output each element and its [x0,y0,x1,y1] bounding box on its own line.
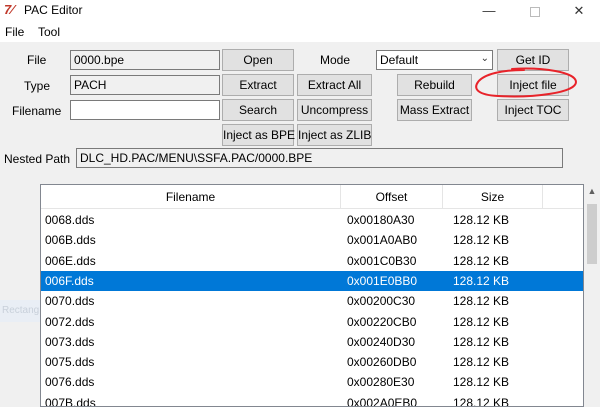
offset-cell: 0x00220CB0 [347,315,417,329]
uncompress-button[interactable]: Uncompress [297,99,372,121]
offset-cell: 0x001A0AB0 [347,233,418,247]
open-button[interactable]: Open [222,49,294,71]
filename-cell: 007B.dds [45,396,96,407]
size-cell: 128.12 KB [453,315,510,329]
table-row[interactable]: 006F.dds 0x001E0BB0 128.12 KB [41,271,583,291]
size-cell: 128.12 KB [453,335,510,349]
size-cell: 128.12 KB [453,375,510,389]
size-cell: 128.12 KB [453,213,510,227]
tk-feather-icon: 7⁄ [4,2,14,17]
get-id-button[interactable]: Get ID [497,49,569,71]
nested-path-field[interactable]: DLC_HD.PAC/MENU\SSFA.PAC/0000.BPE [76,148,563,168]
chevron-down-icon: ⌄ [480,53,489,64]
size-cell: 128.12 KB [453,294,510,308]
table-row[interactable]: 0076.dds 0x00280E30 128.12 KB [41,372,583,392]
file-field[interactable]: 0000.bpe [70,50,220,70]
file-label: File [27,53,47,67]
nested-path-label: Nested Path [4,152,71,166]
filename-cell: 006F.dds [45,274,94,288]
minimize-button[interactable]: — [466,0,512,22]
inject-as-zlib-button[interactable]: Inject as ZLIB [297,124,372,146]
search-button[interactable]: Search [222,99,294,121]
filename-cell: 0070.dds [45,294,95,308]
mode-label: Mode [320,53,351,67]
maximize-button[interactable] [512,0,558,22]
filename-cell: 0072.dds [45,315,95,329]
table-row[interactable]: 006E.dds 0x001C0B30 128.12 KB [41,251,583,271]
window-title: PAC Editor [24,3,83,17]
scroll-thumb[interactable] [587,204,597,264]
offset-cell: 0x00240D30 [347,335,416,349]
type-field[interactable]: PACH [70,75,220,95]
offset-cell: 0x001C0B30 [347,254,417,268]
table-row[interactable]: 0072.dds 0x00220CB0 128.12 KB [41,312,583,332]
scroll-up-arrow-icon[interactable]: ▲ [584,186,600,200]
file-list[interactable]: Filename Offset Size 0068.dds 0x00180A30 1… [40,184,584,407]
size-cell: 128.12 KB [453,233,510,247]
menu-bar: File Tool [0,22,600,42]
filename-cell: 0075.dds [45,355,95,369]
mode-select[interactable]: Default ⌄ [376,50,493,70]
mass-extract-button[interactable]: Mass Extract [397,99,472,121]
filename-label: Filename [12,104,62,118]
inject-as-bpe-button[interactable]: Inject as BPE [222,124,295,146]
extract-all-button[interactable]: Extract All [297,74,372,96]
type-label: Type [24,79,51,93]
filename-cell: 0076.dds [45,375,95,389]
offset-cell: 0x00200C30 [347,294,416,308]
inject-file-button[interactable]: Inject file [497,74,569,96]
filename-cell: 006B.dds [45,233,96,247]
offset-cell: 0x002A0EB0 [347,396,418,407]
maximize-icon [530,6,540,17]
menu-file[interactable]: File [5,25,24,39]
size-cell: 128.12 KB [453,254,510,268]
table-row[interactable]: 0073.dds 0x00240D30 128.12 KB [41,332,583,352]
title-bar: 7⁄ PAC Editor — ✕ [0,0,600,22]
close-button[interactable]: ✕ [556,0,600,22]
list-header: Filename Offset Size [41,185,583,209]
table-row[interactable]: 007B.dds 0x002A0EB0 128.12 KB [41,393,583,407]
filename-cell: 0068.dds [45,213,95,227]
table-row[interactable]: 0075.dds 0x00260DB0 128.12 KB [41,352,583,372]
table-row[interactable]: 0070.dds 0x00200C30 128.12 KB [41,291,583,311]
column-header-offset[interactable]: Offset [341,185,443,209]
mode-select-value: Default [380,53,419,67]
offset-cell: 0x001E0BB0 [347,274,418,288]
size-cell: 128.12 KB [453,355,510,369]
extract-button[interactable]: Extract [222,74,294,96]
size-cell: 128.12 KB [453,396,510,407]
column-header-filename[interactable]: Filename [41,185,341,209]
filename-input[interactable] [70,100,220,120]
filename-cell: 006E.dds [45,254,96,268]
inject-toc-button[interactable]: Inject TOC [497,99,569,121]
offset-cell: 0x00260DB0 [347,355,417,369]
table-row[interactable]: 006B.dds 0x001A0AB0 128.12 KB [41,230,583,250]
filename-cell: 0073.dds [45,335,95,349]
offset-cell: 0x00180A30 [347,213,415,227]
offset-cell: 0x00280E30 [347,375,415,389]
column-header-size[interactable]: Size [443,185,543,209]
list-scrollbar[interactable]: ▲ [584,184,600,407]
size-cell: 128.12 KB [453,274,510,288]
rebuild-button[interactable]: Rebuild [397,74,472,96]
table-row[interactable]: 0068.dds 0x00180A30 128.12 KB [41,210,583,230]
menu-tool[interactable]: Tool [38,25,60,39]
